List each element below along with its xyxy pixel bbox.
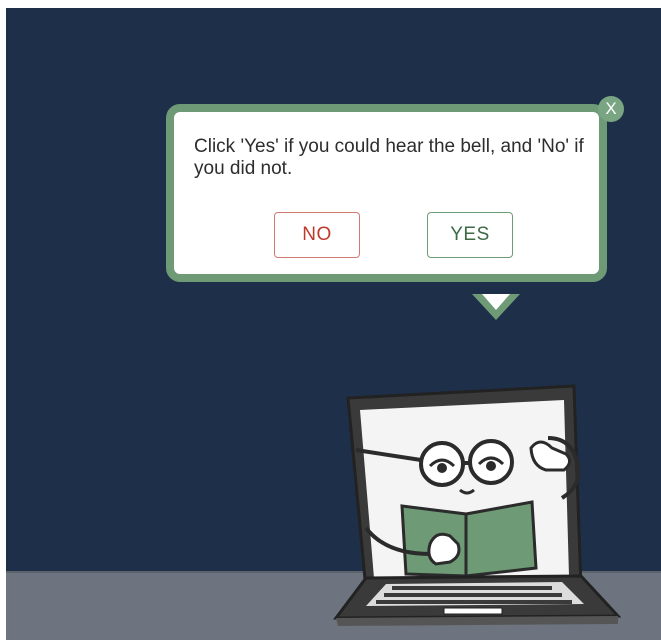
dialog-tail — [472, 294, 520, 320]
close-icon: X — [605, 99, 617, 118]
dialog-message: Click 'Yes' if you could hear the bell, … — [194, 136, 584, 179]
yes-button[interactable]: YES — [427, 212, 513, 258]
hearing-check-dialog: Click 'Yes' if you could hear the bell, … — [166, 104, 607, 282]
no-button[interactable]: NO — [274, 212, 360, 258]
close-button[interactable]: X — [598, 96, 624, 122]
laptop-reader-illustration — [332, 384, 622, 626]
scene-background — [6, 8, 661, 640]
